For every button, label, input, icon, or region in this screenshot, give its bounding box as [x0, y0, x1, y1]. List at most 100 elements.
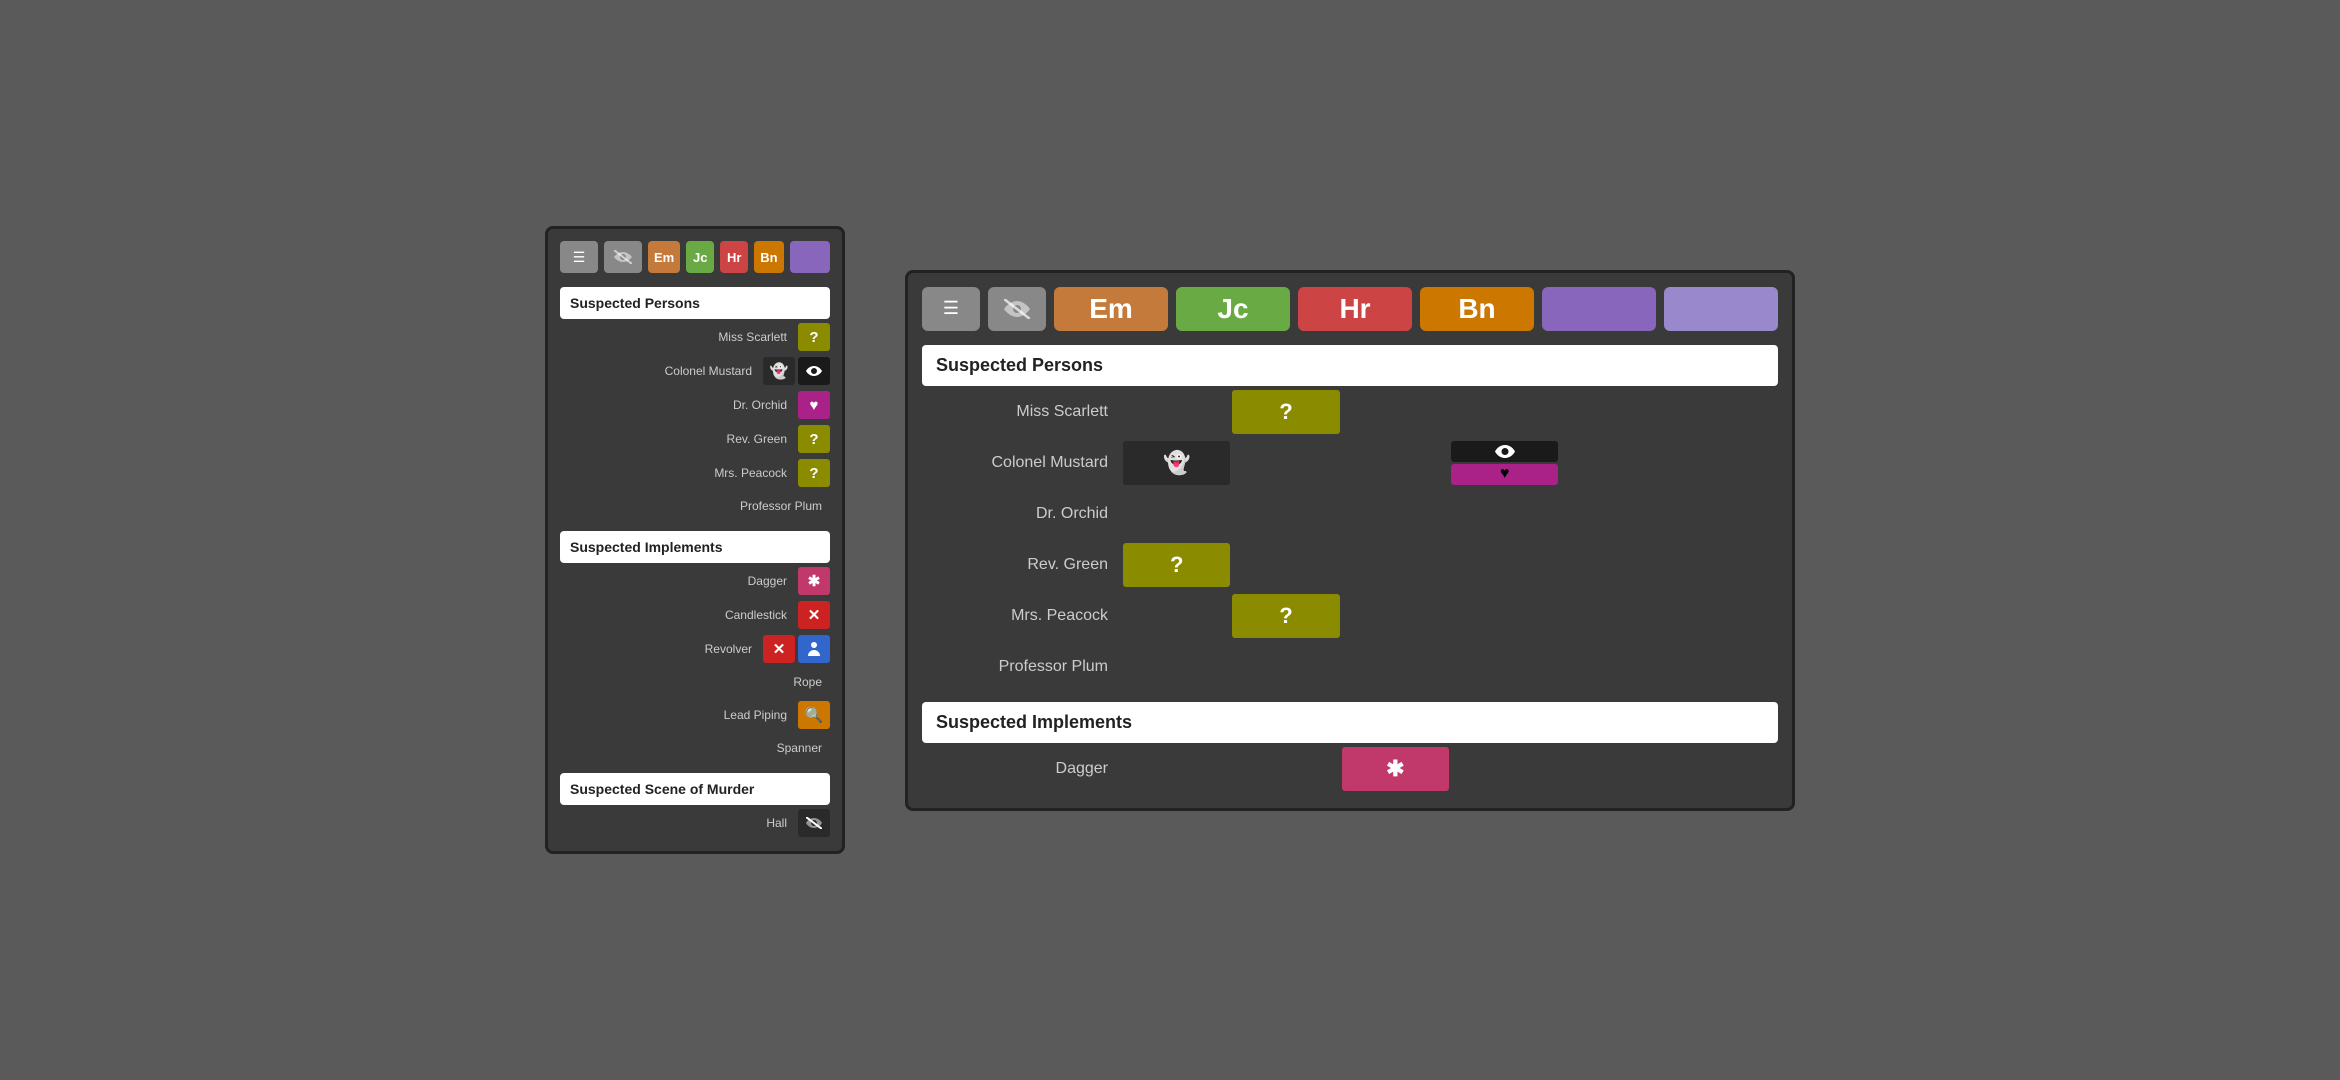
cell-dg-4[interactable] [1451, 747, 1558, 791]
cell-dg-2[interactable] [1232, 747, 1339, 791]
cell-do-4[interactable] [1451, 492, 1558, 536]
cell-dg-1[interactable] [1123, 747, 1230, 791]
label-miss-scarlett: Miss Scarlett [560, 330, 795, 344]
label-dagger: Dagger [560, 574, 795, 588]
cell-pp-1[interactable] [1123, 645, 1230, 689]
cell-cm-2[interactable] [1232, 441, 1339, 485]
large-player-5 [1542, 287, 1656, 331]
cell-cm-1[interactable]: 👻 [1123, 441, 1230, 485]
row-dagger: Dagger ✱ [560, 565, 830, 597]
cell-ms-2[interactable]: ? [1232, 390, 1339, 434]
cell-ms-5[interactable] [1560, 390, 1667, 434]
scenes-header: Suspected Scene of Murder [560, 773, 830, 805]
cell-mp-3[interactable] [1342, 594, 1449, 638]
large-menu-button[interactable]: ☰ [922, 287, 980, 331]
cell-mp-5[interactable] [1560, 594, 1667, 638]
small-toolbar: ☰ Em Jc Hr Bn [560, 241, 830, 273]
row-rev-green: Rev. Green ? [560, 423, 830, 455]
label-professor-plum: Professor Plum [560, 499, 830, 513]
cell-miss-scarlett-q[interactable]: ? [798, 323, 830, 351]
cell-ms-3[interactable] [1342, 390, 1449, 434]
player-bn-badge: Bn [754, 241, 783, 273]
cell-pp-3[interactable] [1342, 645, 1449, 689]
large-player-jc: Jc [1176, 287, 1290, 331]
large-cells-rev-green: ? [1122, 542, 1778, 588]
cell-rg-2[interactable] [1232, 543, 1339, 587]
large-cells-dr-orchid [1122, 491, 1778, 537]
large-label-mrs-peacock: Mrs. Peacock [922, 607, 1122, 625]
row-revolver: Revolver ✕ [560, 633, 830, 665]
label-candlestick: Candlestick [560, 608, 795, 622]
cell-colonel-mustard-ghost[interactable]: 👻 [763, 357, 795, 385]
cell-mp-4[interactable] [1451, 594, 1558, 638]
large-player-hr: Hr [1298, 287, 1412, 331]
large-label-colonel-mustard: Colonel Mustard [922, 454, 1122, 472]
player-em-badge: Em [648, 241, 680, 273]
cell-pp-4[interactable] [1451, 645, 1558, 689]
label-spanner: Spanner [560, 741, 830, 755]
label-mrs-peacock: Mrs. Peacock [560, 466, 795, 480]
large-toolbar: ☰ Em Jc Hr Bn [922, 287, 1778, 331]
implements-section: Suspected Implements Dagger ✱ Candlestic… [560, 531, 830, 763]
cell-hall-hide[interactable] [798, 809, 830, 837]
cell-cm-6[interactable] [1670, 441, 1777, 485]
cell-revolver-cross[interactable]: ✕ [763, 635, 795, 663]
cell-candlestick-cross[interactable]: ✕ [798, 601, 830, 629]
cell-rg-5[interactable] [1560, 543, 1667, 587]
hide-button[interactable] [604, 241, 642, 273]
cell-cm-3[interactable] [1342, 441, 1449, 485]
implements-header: Suspected Implements [560, 531, 830, 563]
large-label-dr-orchid: Dr. Orchid [922, 505, 1122, 523]
cell-revolver-person[interactable] [798, 635, 830, 663]
cell-do-2[interactable] [1232, 492, 1339, 536]
cell-rg-4[interactable] [1451, 543, 1558, 587]
player-5-badge [790, 241, 830, 273]
cell-dr-orchid-heart[interactable]: ♥ [798, 391, 830, 419]
cell-rg-1[interactable]: ? [1123, 543, 1230, 587]
cell-dg-5[interactable] [1560, 747, 1667, 791]
cell-mp-2[interactable]: ? [1232, 594, 1339, 638]
cell-do-1[interactable] [1123, 492, 1230, 536]
cell-do-3[interactable] [1342, 492, 1449, 536]
cell-mrs-peacock-q[interactable]: ? [798, 459, 830, 487]
cell-cm-5[interactable] [1560, 441, 1667, 485]
cell-dg-6[interactable] [1670, 747, 1777, 791]
cell-ms-6[interactable] [1670, 390, 1777, 434]
cell-dg-3[interactable]: ✱ [1342, 747, 1449, 791]
large-row-professor-plum: Professor Plum [922, 642, 1778, 692]
cell-lead-piping-search[interactable]: 🔍 [798, 701, 830, 729]
menu-button[interactable]: ☰ [560, 241, 598, 273]
cell-colonel-mustard-eye[interactable] [798, 357, 830, 385]
cell-rg-3[interactable] [1342, 543, 1449, 587]
cell-ms-1[interactable] [1123, 390, 1230, 434]
cell-rev-green-q[interactable]: ? [798, 425, 830, 453]
player-hr-badge: Hr [720, 241, 748, 273]
cell-cm-4-stack: ♥ [1451, 441, 1558, 485]
cell-pp-5[interactable] [1560, 645, 1667, 689]
cell-do-6[interactable] [1670, 492, 1777, 536]
cell-do-5[interactable] [1560, 492, 1667, 536]
large-hide-button[interactable] [988, 287, 1046, 331]
cell-mp-1[interactable] [1123, 594, 1230, 638]
cell-dagger-star[interactable]: ✱ [798, 567, 830, 595]
large-persons-header: Suspected Persons [922, 345, 1778, 386]
row-dr-orchid: Dr. Orchid ♥ [560, 389, 830, 421]
persons-header: Suspected Persons [560, 287, 830, 319]
cell-mp-6[interactable] [1670, 594, 1777, 638]
cell-pp-2[interactable] [1232, 645, 1339, 689]
cell-cm-eye[interactable] [1451, 441, 1558, 462]
large-implements-header: Suspected Implements [922, 702, 1778, 743]
cell-cm-heart[interactable]: ♥ [1451, 464, 1558, 485]
small-panel: ☰ Em Jc Hr Bn Suspected Persons Miss Sca… [545, 226, 845, 854]
label-hall: Hall [560, 816, 795, 830]
row-miss-scarlett: Miss Scarlett ? [560, 321, 830, 353]
label-lead-piping: Lead Piping [560, 708, 795, 722]
large-cells-mrs-peacock: ? [1122, 593, 1778, 639]
large-row-mrs-peacock: Mrs. Peacock ? [922, 591, 1778, 641]
large-cells-professor-plum [1122, 644, 1778, 690]
cell-ms-4[interactable] [1451, 390, 1558, 434]
label-revolver: Revolver [560, 642, 760, 656]
player-jc-badge: Jc [686, 241, 714, 273]
cell-pp-6[interactable] [1670, 645, 1777, 689]
cell-rg-6[interactable] [1670, 543, 1777, 587]
